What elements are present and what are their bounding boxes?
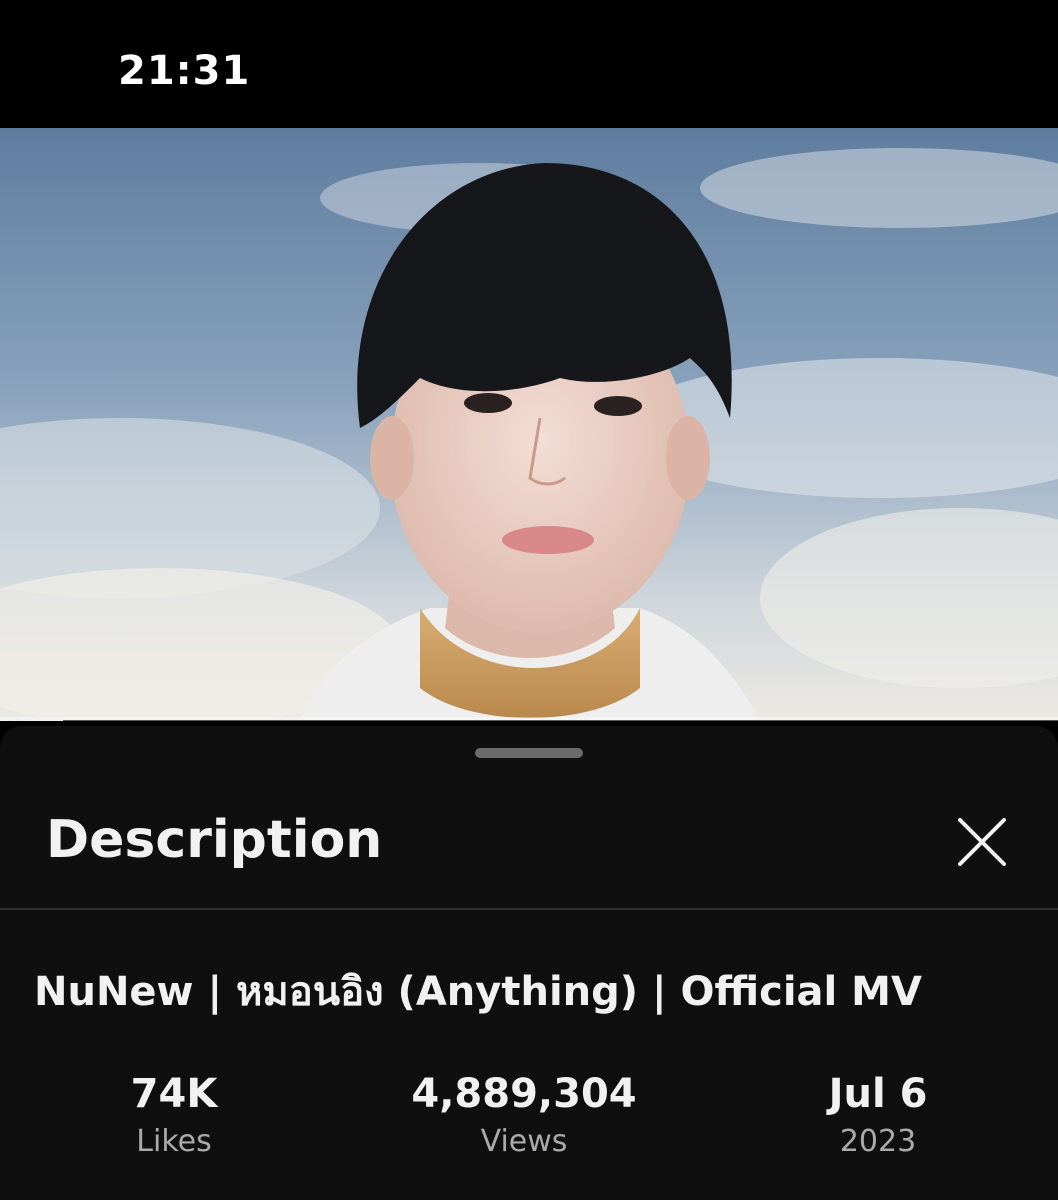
likes-count: 74K (130, 1071, 218, 1117)
video-player[interactable] (0, 128, 1058, 720)
stat-views: 4,889,304 Views (374, 1070, 674, 1162)
video-title: NuNew | หมอนอิง (Anything) | Official MV (34, 969, 922, 1015)
status-time: 21:31 (118, 48, 251, 94)
video-progress-fill (0, 717, 64, 721)
stat-likes: 74K Likes (74, 1070, 274, 1162)
date-value: Jul 6 (828, 1071, 928, 1117)
views-count: 4,889,304 (411, 1071, 637, 1117)
status-bar: 21:31 (0, 0, 1058, 128)
stat-date: Jul 6 2023 (778, 1070, 978, 1162)
description-sheet: Description NuNew | หมอนอิง (Anything) |… (0, 726, 1058, 1200)
video-frame-image (0, 128, 1058, 720)
views-label: Views (480, 1124, 568, 1159)
divider (0, 908, 1058, 910)
video-progress-bar[interactable] (0, 717, 1058, 721)
sheet-title: Description (46, 810, 383, 870)
date-year: 2023 (839, 1124, 917, 1159)
close-button[interactable] (950, 810, 1014, 874)
drag-handle[interactable] (475, 748, 583, 758)
close-icon (958, 818, 1006, 866)
likes-label: Likes (136, 1124, 212, 1159)
